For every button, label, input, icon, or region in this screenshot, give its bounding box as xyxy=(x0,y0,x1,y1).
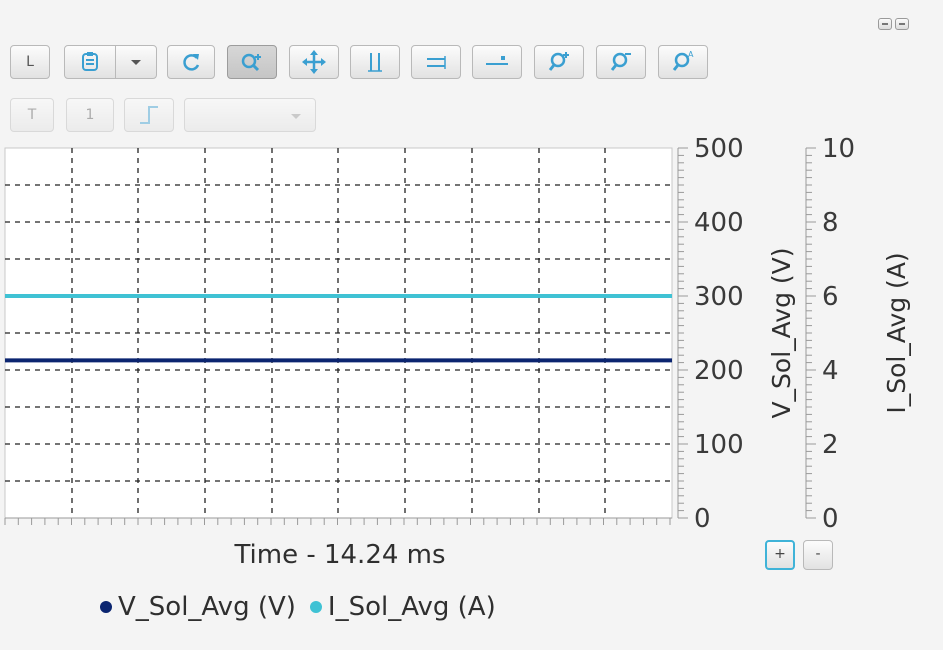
y-tick-label-0: 500 xyxy=(694,134,744,164)
y-tick-label-1: 2 xyxy=(822,430,839,460)
remove-axis-button[interactable]: - xyxy=(803,540,833,570)
y-tick-label-1: 4 xyxy=(822,356,839,386)
y-tick-label-1: 6 xyxy=(822,282,839,312)
legend-marker-i xyxy=(309,601,322,613)
legend-item-i: I_Sol_Avg (A) xyxy=(309,592,496,622)
y-tick-label-1: 0 xyxy=(822,504,839,534)
y-axis-title-0: V_Sol_Avg (V) xyxy=(767,247,796,418)
legend-marker-v xyxy=(100,601,112,613)
y-tick-label-0: 0 xyxy=(694,504,711,534)
add-axis-button[interactable]: + xyxy=(765,540,795,570)
legend-item-v: V_Sol_Avg (V) xyxy=(100,592,296,622)
x-axis-label: Time - 14.24 ms xyxy=(234,540,446,570)
y-tick-label-0: 100 xyxy=(694,430,744,460)
y-tick-label-1: 8 xyxy=(822,208,839,238)
legend-label-i: I_Sol_Avg (A) xyxy=(327,592,496,622)
legend: V_Sol_Avg (V) I_Sol_Avg (A) xyxy=(100,592,510,622)
y-tick-label-0: 200 xyxy=(694,356,744,386)
y-tick-label-0: 400 xyxy=(694,208,744,238)
y-tick-label-0: 300 xyxy=(694,282,744,312)
y-tick-label-1: 10 xyxy=(822,134,855,164)
y-axis-title-1: I_Sol_Avg (A) xyxy=(882,252,911,413)
legend-label-v: V_Sol_Avg (V) xyxy=(118,592,296,622)
